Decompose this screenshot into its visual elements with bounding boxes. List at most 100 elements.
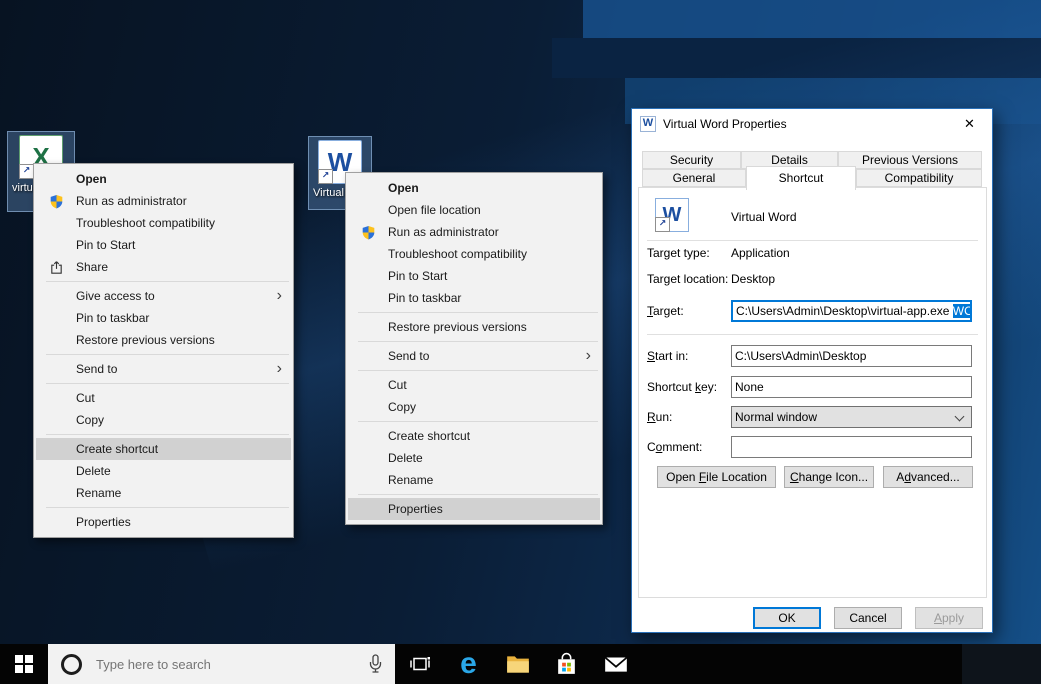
menu-item-label: Pin to Start — [76, 238, 291, 252]
tab-compatibility[interactable]: Compatibility — [856, 169, 982, 187]
dialog-title-bar[interactable]: W Virtual Word Properties — [632, 109, 992, 139]
change-icon-button[interactable]: Change Icon... — [784, 466, 874, 488]
start-button[interactable] — [0, 644, 48, 684]
cortana-icon — [61, 654, 82, 675]
menu-item-open[interactable]: Open — [36, 168, 291, 190]
menu-item-open-file-location[interactable]: Open file location — [348, 199, 600, 221]
taskbar-tray-area[interactable] — [962, 644, 1041, 684]
close-icon[interactable]: ✕ — [947, 109, 992, 139]
taskbar: e — [0, 644, 1041, 684]
menu-item-properties[interactable]: Properties — [348, 498, 600, 520]
menu-item-label: Delete — [388, 451, 600, 465]
menu-item-copy[interactable]: Copy — [36, 409, 291, 431]
menu-item-pin-to-taskbar[interactable]: Pin to taskbar — [348, 287, 600, 309]
task-view-button[interactable] — [395, 644, 444, 684]
word-shortcut-icon: W ↗ — [655, 198, 689, 232]
menu-item-pin-to-start[interactable]: Pin to Start — [36, 234, 291, 256]
blank-icon — [48, 463, 64, 479]
shortcut-arrow-icon: ↗ — [19, 164, 34, 179]
menu-item-troubleshoot-compatibility[interactable]: Troubleshoot compatibility — [348, 243, 600, 265]
start-in-input[interactable]: C:\Users\Admin\Desktop — [731, 345, 972, 367]
menu-item-rename[interactable]: Rename — [36, 482, 291, 504]
menu-separator — [358, 370, 598, 371]
blank-icon — [48, 485, 64, 501]
folder-icon — [505, 651, 531, 677]
blank-icon — [360, 428, 376, 444]
shortcut-key-input[interactable]: None — [731, 376, 972, 398]
menu-item-copy[interactable]: Copy — [348, 396, 600, 418]
menu-item-send-to[interactable]: Send to› — [348, 345, 600, 367]
target-selected-text: WORD — [953, 304, 972, 318]
menu-item-delete[interactable]: Delete — [348, 447, 600, 469]
menu-item-cut[interactable]: Cut — [348, 374, 600, 396]
tab-shortcut[interactable]: Shortcut — [746, 166, 856, 190]
mail-button[interactable] — [591, 644, 640, 684]
menu-item-pin-to-taskbar[interactable]: Pin to taskbar — [36, 307, 291, 329]
menu-item-pin-to-start[interactable]: Pin to Start — [348, 265, 600, 287]
menu-item-label: Rename — [76, 486, 291, 500]
share-icon — [48, 259, 64, 275]
shortcut-arrow-icon: ↗ — [655, 217, 670, 232]
menu-item-label: Restore previous versions — [76, 333, 291, 347]
tab-general[interactable]: General — [642, 169, 746, 187]
menu-item-delete[interactable]: Delete — [36, 460, 291, 482]
store-button[interactable] — [542, 644, 591, 684]
target-type-value: Application — [731, 246, 790, 260]
run-label: Run: — [647, 410, 672, 424]
cancel-button[interactable]: Cancel — [834, 607, 902, 629]
menu-item-label: Delete — [76, 464, 291, 478]
start-in-label: Start in: — [647, 349, 688, 363]
wallpaper-band — [552, 38, 1041, 78]
menu-item-create-shortcut[interactable]: Create shortcut — [348, 425, 600, 447]
menu-item-run-as-administrator[interactable]: Run as administrator — [36, 190, 291, 212]
comment-input[interactable] — [731, 436, 972, 458]
edge-browser-button[interactable]: e — [444, 644, 493, 684]
open-file-location-button[interactable]: Open File Location — [657, 466, 776, 488]
word-icon: W — [640, 116, 656, 132]
tab-previous-versions[interactable]: Previous Versions — [838, 151, 982, 169]
blank-icon — [48, 310, 64, 326]
menu-item-give-access-to[interactable]: Give access to› — [36, 285, 291, 307]
menu-item-restore-previous-versions[interactable]: Restore previous versions — [348, 316, 600, 338]
menu-item-label: Restore previous versions — [388, 320, 600, 334]
menu-separator — [46, 383, 289, 384]
microphone-icon[interactable] — [368, 654, 383, 674]
blank-icon — [48, 441, 64, 457]
menu-item-label: Send to — [388, 349, 586, 363]
file-explorer-button[interactable] — [493, 644, 542, 684]
tab-security[interactable]: Security — [642, 151, 741, 169]
menu-item-label: Pin to Start — [388, 269, 600, 283]
blank-icon — [360, 268, 376, 284]
menu-item-properties[interactable]: Properties — [36, 511, 291, 533]
menu-item-open[interactable]: Open — [348, 177, 600, 199]
menu-item-label: Run as administrator — [76, 194, 291, 208]
menu-item-label: Open — [76, 172, 291, 186]
menu-separator — [358, 312, 598, 313]
menu-separator — [358, 341, 598, 342]
shortcut-name: Virtual Word — [731, 210, 797, 224]
menu-item-label: Cut — [76, 391, 291, 405]
shortcut-arrow-icon: ↗ — [318, 169, 333, 184]
menu-item-restore-previous-versions[interactable]: Restore previous versions — [36, 329, 291, 351]
menu-item-rename[interactable]: Rename — [348, 469, 600, 491]
menu-item-run-as-administrator[interactable]: Run as administrator — [348, 221, 600, 243]
blank-icon — [360, 450, 376, 466]
mail-icon — [603, 651, 629, 677]
menu-item-label: Open file location — [388, 203, 600, 217]
blank-icon — [360, 290, 376, 306]
ok-button[interactable]: OK — [753, 607, 821, 629]
shortcut-key-label: Shortcut key: — [647, 380, 717, 394]
blank-icon — [48, 215, 64, 231]
menu-item-troubleshoot-compatibility[interactable]: Troubleshoot compatibility — [36, 212, 291, 234]
advanced-button[interactable]: Advanced... — [883, 466, 973, 488]
menu-item-share[interactable]: Share — [36, 256, 291, 278]
menu-item-send-to[interactable]: Send to› — [36, 358, 291, 380]
run-dropdown[interactable]: Normal window — [731, 406, 972, 428]
search-box[interactable] — [48, 644, 395, 684]
target-text: C:\Users\Admin\Desktop\virtual-app.exe — [736, 304, 953, 318]
target-input[interactable]: C:\Users\Admin\Desktop\virtual-app.exe W… — [731, 300, 972, 322]
search-input[interactable] — [94, 656, 368, 673]
menu-item-create-shortcut[interactable]: Create shortcut — [36, 438, 291, 460]
menu-item-cut[interactable]: Cut — [36, 387, 291, 409]
properties-dialog: W Virtual Word Properties ✕ Security Det… — [631, 108, 993, 633]
